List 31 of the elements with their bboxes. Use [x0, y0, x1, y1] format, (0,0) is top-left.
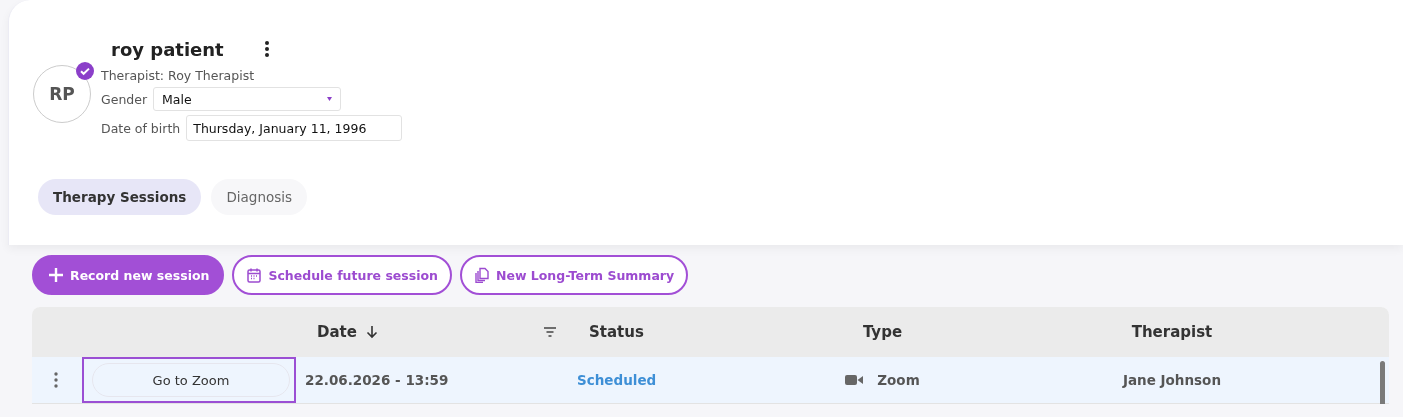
- patient-name: roy patient: [111, 38, 224, 60]
- row-menu-icon[interactable]: [54, 372, 58, 388]
- column-header[interactable]: Therapist: [1040, 323, 1304, 341]
- filter-icon[interactable]: [543, 325, 557, 339]
- action-button[interactable]: Record new session: [32, 255, 225, 295]
- tab[interactable]: Diagnosis: [211, 179, 308, 215]
- scrollbar[interactable]: [1380, 361, 1385, 404]
- action-button[interactable]: New Long-Term Summary: [459, 255, 689, 295]
- status-text: Scheduled: [576, 372, 658, 388]
- gender-label: Gender: [101, 91, 148, 107]
- plus-icon: [48, 267, 64, 283]
- column-header[interactable]: Status: [565, 323, 725, 341]
- gender-select[interactable]: Male: [153, 87, 342, 111]
- focused-cell[interactable]: Go to Zoom: [82, 357, 296, 403]
- copy-icon: [473, 267, 490, 283]
- tab[interactable]: Therapy Sessions: [38, 179, 202, 215]
- more-options-icon[interactable]: [263, 40, 270, 58]
- action-button[interactable]: Schedule future session: [232, 255, 452, 295]
- dob-field[interactable]: Thursday, January 11, 1996: [186, 115, 403, 141]
- column-header[interactable]: Date: [317, 323, 357, 341]
- dropdown-caret-icon[interactable]: [327, 97, 333, 101]
- table-cell-text: 22.06.2026 - 13:59: [304, 372, 450, 388]
- video-camera-icon: [845, 374, 864, 386]
- sort-arrow-icon[interactable]: [364, 325, 379, 339]
- dob-label: Date of birth: [101, 120, 181, 136]
- table-cell-text: Jane Johnson: [1121, 372, 1222, 388]
- column-header[interactable]: Type: [725, 323, 1040, 341]
- calendar-icon: [246, 267, 263, 283]
- table-row[interactable]: Go to Zoom 22.06.2026 - 13:59 Scheduled Zoom Jane Johnson: [32, 357, 1389, 404]
- table-cell: Zoom: [877, 372, 920, 388]
- therapist-label: Therapist: Roy Therapist: [101, 68, 256, 83]
